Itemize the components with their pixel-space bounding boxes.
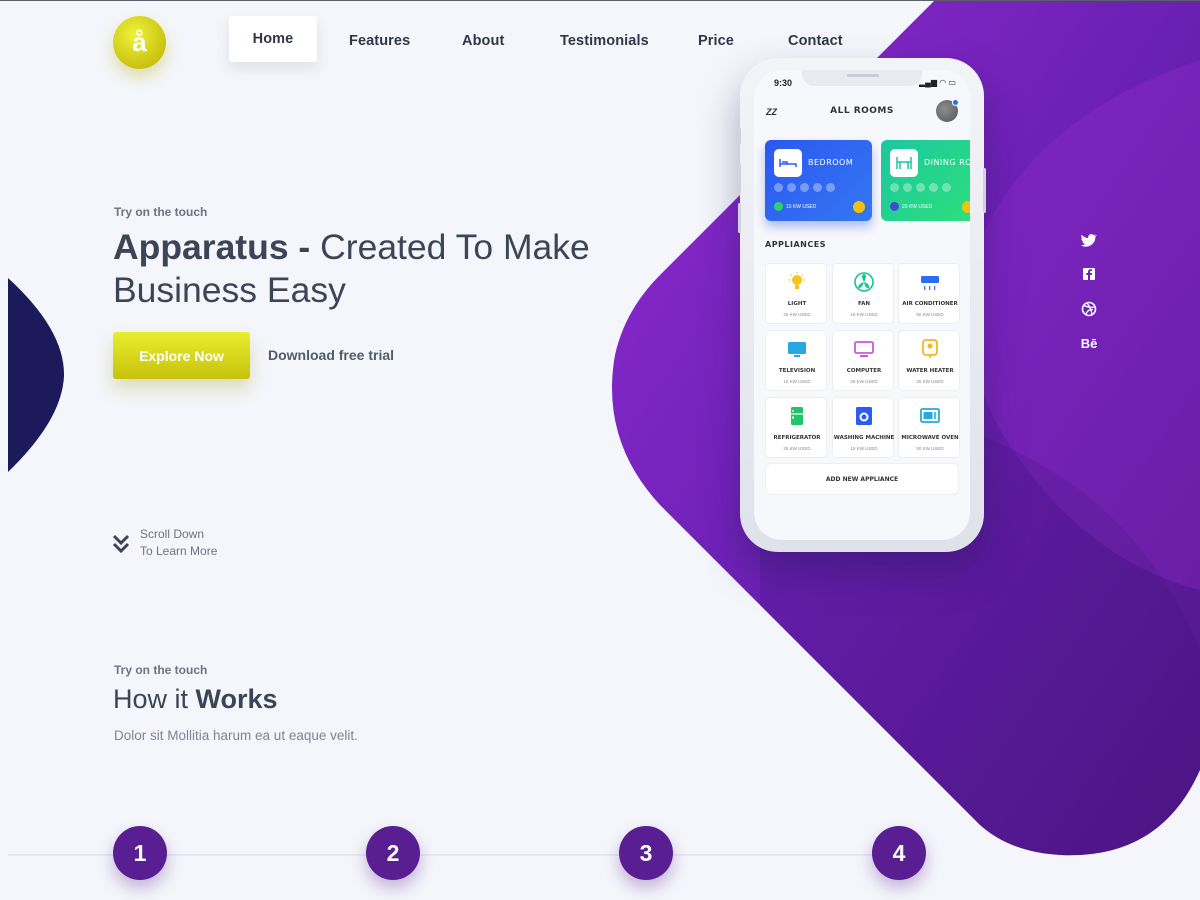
phone-mockup: 9:30 ▂▄▆ ◠ ▭ ZZ ALL ROOMS BEDROOM 15 KW … [738, 58, 986, 552]
hero-eyebrow: Try on the touch [114, 205, 208, 219]
status-icons: ▂▄▆ ◠ ▭ [919, 78, 956, 87]
room-appliance-icons [774, 183, 835, 192]
appliance-card-computer[interactable]: COMPUTER 25 KW USED [832, 330, 894, 391]
tv-icon [788, 342, 806, 357]
bed-icon [774, 149, 802, 177]
how-eyebrow: Try on the touch [114, 663, 208, 677]
energy-icon [774, 202, 783, 211]
appliance-card-light[interactable]: LIGHT 25 KW USED [765, 263, 827, 324]
appliance-card-fan[interactable]: FAN 15 KW USED [832, 263, 894, 324]
behance-icon[interactable]: Bē [1079, 333, 1099, 353]
appliance-usage: 25 KW USED [783, 312, 811, 317]
appliance-name: REFRIGERATOR [773, 435, 821, 441]
dining-icon [890, 149, 918, 177]
phone-screen: 9:30 ▂▄▆ ◠ ▭ ZZ ALL ROOMS BEDROOM 15 KW … [754, 70, 970, 540]
appliance-card-microwave-oven[interactable]: MICROWAVE OVEN 50 KW USED [898, 397, 960, 458]
hero-title: Apparatus - Created To Make Business Eas… [113, 226, 613, 312]
fan-icon [854, 272, 874, 292]
scroll-hint: Scroll Down To Learn More [140, 526, 217, 560]
phone-mute-switch [738, 128, 741, 144]
room-usage-text: 20 KW USED [902, 203, 933, 210]
double-chevron-down-icon[interactable] [112, 533, 130, 555]
notification-dot [952, 99, 959, 106]
appliance-name: TELEVISION [778, 368, 816, 374]
room-card-bedroom[interactable]: BEDROOM 15 KW USED [765, 140, 872, 221]
facebook-icon[interactable] [1079, 264, 1099, 284]
appliance-name: COMPUTER [846, 368, 882, 374]
top-border [0, 0, 1200, 1]
appliance-card-refrigerator[interactable]: REFRIGERATOR 25 KW USED [765, 397, 827, 458]
room-usage: 20 KW USED [890, 202, 932, 211]
explore-now-button[interactable]: Explore Now [113, 332, 250, 379]
coin-icon [962, 201, 970, 213]
step-2-badge[interactable]: 2 [366, 826, 420, 880]
step-4-badge[interactable]: 4 [872, 826, 926, 880]
appliance-name: WATER HEATER [906, 368, 954, 374]
fridge-icon [791, 407, 803, 425]
navy-side-shape [8, 278, 65, 472]
phone-power-button [983, 168, 986, 213]
how-title: How it Works [113, 684, 278, 715]
download-trial-link[interactable]: Download free trial [268, 347, 394, 363]
appliance-name: LIGHT [787, 301, 807, 307]
how-title-strong: Works [195, 684, 278, 714]
computer-icon [854, 341, 874, 357]
appliance-usage: 15 KW USED [850, 312, 878, 317]
room-card-dining-room[interactable]: DINING ROOM 20 KW USED [881, 140, 970, 221]
appliance-usage: 50 KW USED [916, 312, 944, 317]
step-1-badge[interactable]: 1 [113, 826, 167, 880]
appliance-card-washing-machine[interactable]: WASHING MACHINE 15 KW USED [832, 397, 894, 458]
dribbble-icon[interactable] [1079, 299, 1099, 319]
phone-volume-up [738, 163, 741, 193]
hero-title-strong: Apparatus - [113, 227, 311, 267]
step-3-badge[interactable]: 3 [619, 826, 673, 880]
phone-notch [802, 70, 922, 86]
ac-icon [921, 276, 939, 291]
appliance-usage: 15 KW USED [850, 446, 878, 451]
nav-item-price[interactable]: Price [698, 33, 734, 49]
nav-label-home: Home [252, 31, 294, 47]
washer-icon [856, 407, 872, 425]
nav-item-contact[interactable]: Contact [788, 33, 843, 49]
appliance-usage: 25 KW USED [916, 379, 944, 384]
room-usage: 15 KW USED [774, 202, 816, 211]
appliance-name: WASHING MACHINE [833, 435, 895, 441]
purple-background-shape [612, 0, 1200, 856]
scroll-hint-line2: To Learn More [140, 544, 218, 558]
water-heater-icon [922, 339, 938, 358]
how-title-normal: How it [113, 684, 196, 714]
nav-item-about[interactable]: About [462, 33, 504, 49]
appliance-name: FAN [858, 301, 870, 307]
microwave-icon [920, 408, 940, 423]
nav-item-home[interactable]: Home [229, 16, 317, 62]
room-appliance-icons [890, 183, 951, 192]
appliance-card-air-conditioner[interactable]: AIR CONDITIONER 50 KW USED [898, 263, 960, 324]
logo-letter: å [132, 27, 147, 57]
appliance-card-water-heater[interactable]: WATER HEATER 25 KW USED [898, 330, 960, 391]
appliances-heading: APPLIANCES [765, 240, 826, 249]
coin-icon [853, 201, 865, 213]
room-usage-text: 15 KW USED [786, 203, 817, 210]
nav-item-testimonials[interactable]: Testimonials [560, 33, 649, 49]
brand-logo[interactable]: å [113, 16, 166, 69]
room-name: BEDROOM [808, 158, 854, 167]
appliance-usage: 50 KW USED [916, 446, 944, 451]
scroll-hint-line1: Scroll Down [140, 527, 205, 541]
status-time: 9:30 [774, 78, 793, 88]
add-appliance-button[interactable]: ADD NEW APPLIANCE [765, 463, 959, 495]
appliance-card-television[interactable]: TELEVISION 10 KW USED [765, 330, 827, 391]
appliance-name: AIR CONDITIONER [902, 301, 958, 307]
how-description: Dolor sit Mollitia harum ea ut eaque vel… [114, 728, 358, 743]
page: å Home Features About Testimonials Price… [0, 0, 1200, 900]
appliance-name: MICROWAVE OVEN [901, 435, 959, 441]
twitter-icon[interactable] [1079, 230, 1099, 250]
appliance-usage: 25 KW USED [783, 446, 811, 451]
energy-icon [890, 202, 899, 211]
room-name: DINING ROOM [924, 158, 970, 167]
nav-item-features[interactable]: Features [349, 33, 410, 49]
bulb-icon [789, 272, 805, 289]
phone-volume-down [738, 203, 741, 233]
appliance-usage: 25 KW USED [850, 379, 878, 384]
appliance-usage: 10 KW USED [783, 379, 811, 384]
